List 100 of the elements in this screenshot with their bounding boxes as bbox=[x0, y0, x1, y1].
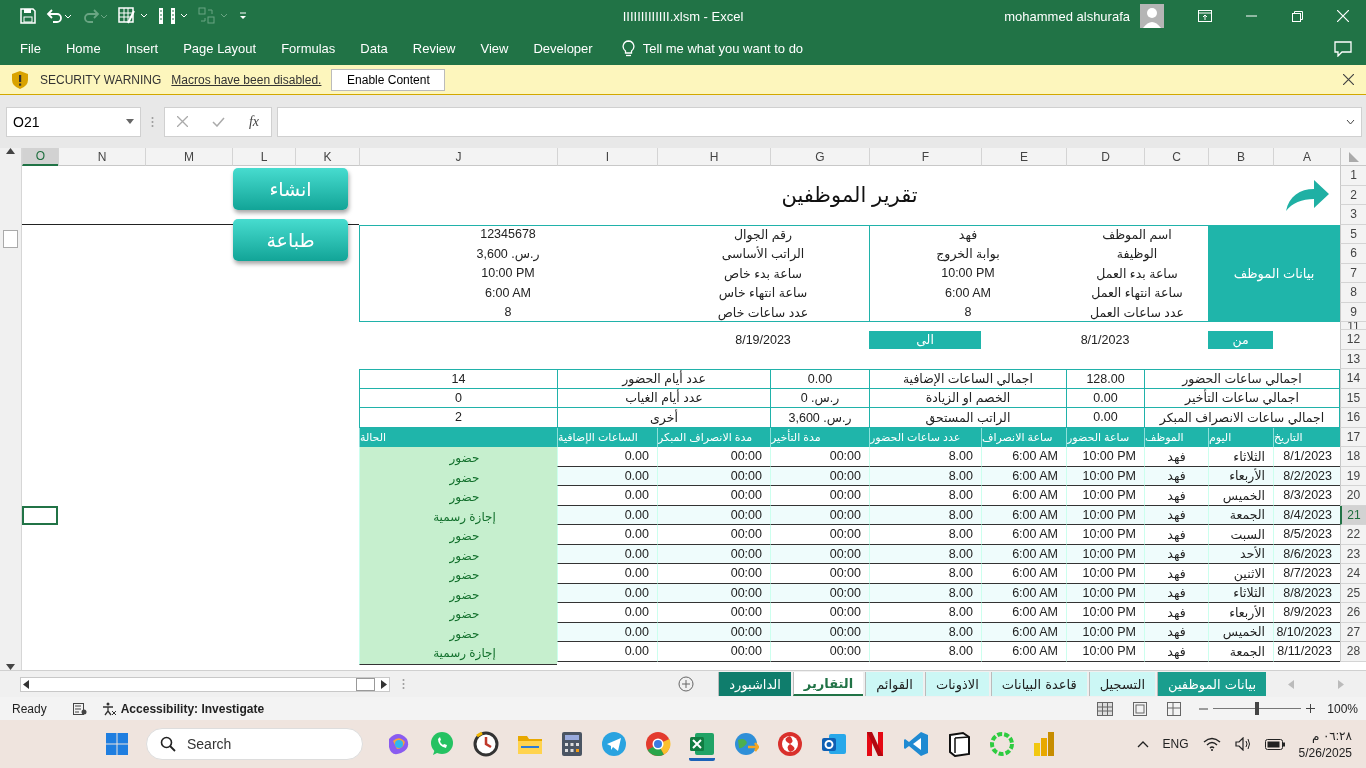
row-header[interactable]: 15 bbox=[1340, 388, 1366, 408]
row-header[interactable]: 18 bbox=[1340, 447, 1366, 467]
speaker-icon[interactable] bbox=[1234, 737, 1251, 751]
column-header[interactable]: L bbox=[232, 148, 295, 166]
spreadsheet-icon[interactable] bbox=[689, 731, 715, 757]
row-header[interactable]: 20 bbox=[1340, 486, 1366, 506]
row-header[interactable]: 2 bbox=[1340, 185, 1366, 205]
comment-icon[interactable] bbox=[1334, 40, 1352, 57]
column-header[interactable]: H bbox=[657, 148, 770, 166]
column-header[interactable]: B bbox=[1208, 148, 1273, 166]
row-header[interactable]: 6 bbox=[1340, 244, 1366, 264]
row-header[interactable]: 13 bbox=[1340, 349, 1366, 369]
row-header[interactable]: 25 bbox=[1340, 583, 1366, 603]
stripes-icon[interactable] bbox=[865, 731, 885, 757]
column-header[interactable]: A bbox=[1273, 148, 1340, 166]
column-header[interactable]: M bbox=[145, 148, 232, 166]
paper-plane-icon[interactable] bbox=[601, 731, 627, 757]
wifi-icon[interactable] bbox=[1202, 737, 1221, 751]
calculator-icon[interactable] bbox=[561, 731, 583, 757]
row-header[interactable]: 19 bbox=[1340, 466, 1366, 486]
sheet-tab[interactable]: الاذونات bbox=[924, 672, 989, 696]
zoom-level[interactable]: 100% bbox=[1327, 701, 1358, 716]
sheet-tab[interactable]: الداشبورد bbox=[718, 672, 791, 696]
row-header[interactable]: 28 bbox=[1340, 642, 1366, 662]
page-break-icon[interactable] bbox=[1167, 701, 1182, 716]
add-sheet-icon[interactable] bbox=[678, 676, 695, 692]
row-header[interactable]: 16 bbox=[1340, 408, 1366, 428]
page-layout-icon[interactable] bbox=[1133, 701, 1148, 716]
row-header[interactable]: 1 bbox=[1340, 166, 1366, 186]
ribbon-display-icon[interactable] bbox=[1198, 10, 1212, 22]
clock-time[interactable]: ٠٦:٢٨ م bbox=[1312, 728, 1352, 743]
row-header[interactable]: 22 bbox=[1340, 525, 1366, 545]
undo-icon[interactable] bbox=[46, 8, 72, 24]
customize-caret-icon[interactable] bbox=[238, 10, 248, 22]
ribbon-tab[interactable]: Data bbox=[360, 41, 388, 56]
ribbon-tile-icon[interactable] bbox=[903, 731, 929, 757]
check-icon[interactable] bbox=[211, 116, 225, 127]
enable-content-button[interactable]: Enable Content bbox=[331, 68, 446, 91]
accessibility-status[interactable]: Accessibility: Investigate bbox=[120, 701, 265, 716]
ribbon-tab[interactable]: Review bbox=[412, 41, 456, 56]
insert-function-button[interactable]: fx bbox=[248, 113, 259, 130]
row-header[interactable]: 17 bbox=[1340, 427, 1366, 447]
column-header[interactable]: I bbox=[557, 148, 657, 166]
column-header[interactable]: O bbox=[22, 148, 58, 166]
ribbon-tab[interactable]: Developer bbox=[533, 41, 593, 56]
file-menu[interactable]: File bbox=[20, 41, 41, 56]
lightbulb-icon[interactable] bbox=[621, 40, 635, 57]
row-header[interactable]: 7 bbox=[1340, 263, 1366, 283]
close-icon[interactable] bbox=[1343, 74, 1354, 85]
chevron-up-icon[interactable] bbox=[1136, 740, 1149, 748]
active-cell[interactable] bbox=[22, 505, 58, 525]
save-icon[interactable] bbox=[20, 8, 36, 24]
normal-view-icon[interactable] bbox=[1097, 701, 1114, 716]
sheet-tab[interactable]: القوائم bbox=[865, 672, 923, 696]
column-header[interactable]: J bbox=[359, 148, 557, 166]
sheet-tab[interactable]: قاعدة البيانات bbox=[990, 672, 1087, 696]
globe-icon[interactable] bbox=[733, 731, 759, 757]
minimize-icon[interactable] bbox=[1245, 15, 1257, 17]
clock-date[interactable]: 5/26/2025 bbox=[1298, 745, 1352, 760]
mail-tile-icon[interactable] bbox=[821, 731, 847, 757]
row-header[interactable]: 23 bbox=[1340, 544, 1366, 564]
formula-field[interactable] bbox=[277, 106, 1362, 137]
column-header[interactable]: N bbox=[58, 148, 145, 166]
row-header[interactable]: 14 bbox=[1340, 369, 1366, 389]
taskbar-search-field[interactable]: Search bbox=[146, 728, 363, 760]
column-header[interactable]: D bbox=[1066, 148, 1144, 166]
row-header[interactable]: 21 bbox=[1340, 505, 1366, 525]
swirl-circle-icon[interactable] bbox=[777, 731, 803, 757]
row-header[interactable]: 9 bbox=[1340, 302, 1366, 322]
language-indicator[interactable]: ENG bbox=[1162, 737, 1189, 751]
column-header[interactable]: F bbox=[869, 148, 981, 166]
tell-me-search[interactable]: Tell me what you want to do bbox=[642, 41, 804, 56]
table-brush-icon[interactable] bbox=[118, 7, 148, 25]
ribbon-tab[interactable]: Formulas bbox=[281, 41, 336, 56]
accessibility-icon[interactable] bbox=[100, 701, 117, 716]
column-header[interactable]: K bbox=[295, 148, 359, 166]
ribbon-tab[interactable]: Home bbox=[65, 41, 101, 56]
row-header[interactable]: 8 bbox=[1340, 283, 1366, 303]
column-header[interactable]: G bbox=[770, 148, 869, 166]
curved-arrow-icon[interactable] bbox=[1283, 178, 1330, 213]
user-name[interactable]: mohammed alshurafa bbox=[1004, 8, 1130, 24]
name-box[interactable]: O21 bbox=[6, 106, 141, 137]
expand-caret-icon[interactable] bbox=[1346, 118, 1355, 125]
sheet-tab[interactable]: التسجيل bbox=[1088, 672, 1155, 696]
restore-icon[interactable] bbox=[1291, 10, 1303, 22]
row-header[interactable]: 12 bbox=[1340, 330, 1366, 350]
column-header[interactable]: E bbox=[981, 148, 1066, 166]
row-header[interactable]: 26 bbox=[1340, 603, 1366, 623]
cube-icon[interactable] bbox=[947, 731, 971, 757]
film-strip-icon[interactable] bbox=[158, 7, 188, 25]
scroll-thumb[interactable] bbox=[356, 677, 375, 691]
caret-icon[interactable] bbox=[126, 119, 134, 124]
color-wheel-icon[interactable] bbox=[645, 731, 671, 757]
sheet-tab[interactable]: التقارير bbox=[792, 672, 864, 696]
ribbon-tab[interactable]: Page Layout bbox=[183, 41, 257, 56]
row-header[interactable]: 24 bbox=[1340, 564, 1366, 584]
ribbon-tab[interactable]: View bbox=[480, 41, 509, 56]
ribbon-tab[interactable]: Insert bbox=[125, 41, 159, 56]
scroll-thumb[interactable] bbox=[3, 230, 18, 248]
row-header[interactable]: 5 bbox=[1340, 224, 1366, 244]
